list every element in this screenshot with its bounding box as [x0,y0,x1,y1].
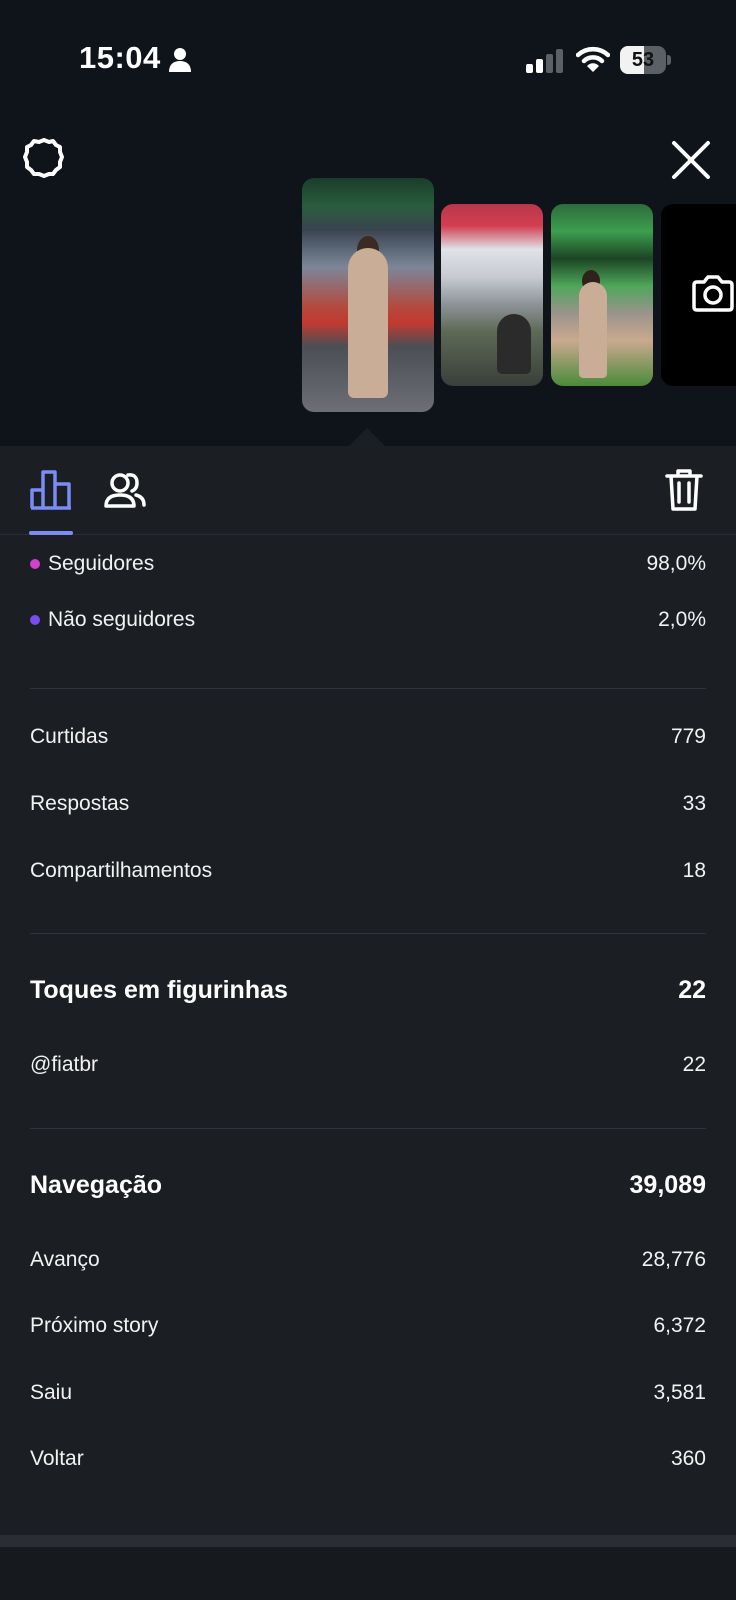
audience-label-text: Seguidores [48,552,155,575]
interaction-value: 18 [682,859,706,882]
thumbnail-person [348,248,388,398]
camera-icon[interactable] [690,271,736,317]
bottom-separator [0,1535,736,1547]
sticker-taps-header: Toques em figurinhas 22 [30,970,706,1010]
navigation-value: 360 [670,1447,706,1470]
sticker-taps-total: 22 [678,975,706,1004]
battery-percent: 53 [631,49,655,71]
trash-icon[interactable] [665,468,703,512]
navigation-row-forward: Avanço 28,776 [30,1240,706,1280]
close-icon[interactable] [669,138,713,182]
navigation-label: Voltar [30,1447,84,1470]
interaction-label: Compartilhamentos [30,859,213,882]
navigation-header: Navegação 39,089 [30,1165,706,1205]
non-followers-dot [30,615,40,625]
story-thumbnail[interactable] [441,204,543,386]
navigation-label: Próximo story [30,1314,159,1337]
bottom-area [0,1547,736,1600]
sticker-value: 22 [682,1053,706,1076]
thumbnail-person [579,282,607,378]
audience-label: Não seguidores [30,608,195,632]
navigation-value: 28,776 [641,1248,706,1271]
thumbnail-person [497,314,531,374]
audience-label: Seguidores [30,552,154,576]
section-divider [30,688,706,689]
story-thumbnail[interactable] [302,178,434,412]
sticker-row[interactable]: @fiatbr 22 [30,1045,706,1085]
signal-icon [526,49,563,73]
gear-icon[interactable] [22,136,66,180]
battery-body: 53 [620,46,666,74]
navigation-value: 3,581 [653,1381,706,1404]
bar-chart-icon[interactable] [29,468,73,510]
audience-row-non-followers: Não seguidores 2,0% [30,600,706,640]
section-divider [30,1128,706,1129]
navigation-title: Navegação [30,1170,163,1199]
navigation-label: Avanço [30,1248,100,1271]
interaction-label: Curtidas [30,725,109,748]
navigation-label: Saiu [30,1381,73,1404]
battery-icon: 53 [620,46,671,74]
interaction-row-likes: Curtidas 779 [30,717,706,757]
navigation-row-exited: Saiu 3,581 [30,1373,706,1413]
navigation-row-next-story: Próximo story 6,372 [30,1306,706,1346]
interaction-row-replies: Respostas 33 [30,784,706,824]
audience-row-followers: Seguidores 98,0% [30,544,706,584]
people-icon[interactable] [104,470,146,512]
sticker-taps-title: Toques em figurinhas [30,975,288,1004]
interaction-value: 779 [670,725,706,748]
interaction-label: Respostas [30,792,130,815]
story-thumbnail[interactable] [551,204,653,386]
stories-header: 15:04 53 [0,0,736,447]
sticker-label: @fiatbr [30,1053,99,1076]
navigation-total: 39,089 [629,1170,706,1199]
wifi-icon [576,46,610,72]
person-icon [169,48,191,72]
status-time: 15:04 [79,40,161,75]
followers-dot [30,559,40,569]
interaction-value: 33 [682,792,706,815]
selected-thumbnail-pointer [348,428,386,447]
audience-value: 98,0% [646,552,706,575]
navigation-value: 6,372 [653,1314,706,1337]
audience-label-text: Não seguidores [48,608,196,631]
battery-tip [667,55,671,65]
navigation-row-back: Voltar 360 [30,1439,706,1479]
active-tab-indicator [29,531,73,535]
interaction-row-shares: Compartilhamentos 18 [30,851,706,891]
audience-value: 2,0% [658,608,706,631]
section-divider [30,933,706,934]
